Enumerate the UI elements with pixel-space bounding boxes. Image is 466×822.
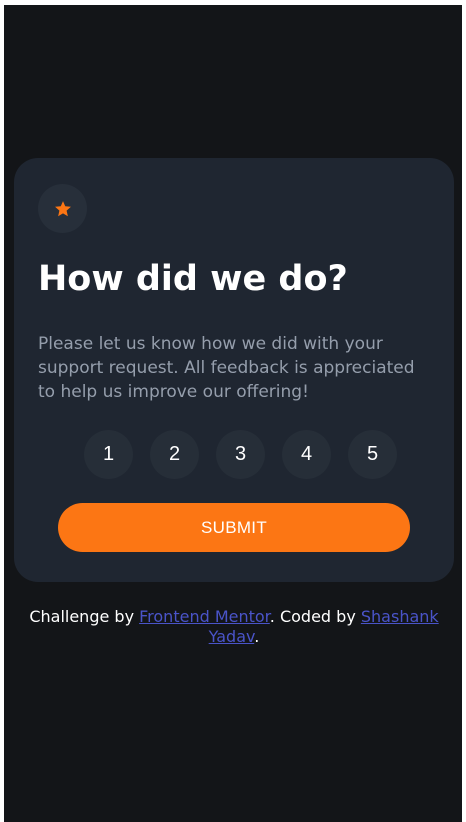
page-background: How did we do? Please let us know how we… — [4, 5, 462, 822]
attribution-suffix: . — [254, 627, 260, 646]
attribution: Challenge by Frontend Mentor. Coded by S… — [24, 607, 444, 647]
attribution-prefix: Challenge by — [29, 607, 140, 626]
rating-button-3[interactable]: 3 — [216, 430, 265, 479]
submit-button[interactable]: SUBMIT — [58, 503, 410, 552]
rating-button-4[interactable]: 4 — [282, 430, 331, 479]
rating-button-5[interactable]: 5 — [348, 430, 397, 479]
card-description: Please let us know how we did with your … — [38, 334, 415, 402]
frontend-mentor-link[interactable]: Frontend Mentor — [139, 607, 270, 626]
rating-button-1[interactable]: 1 — [84, 430, 133, 479]
attribution-middle: . Coded by — [269, 607, 361, 626]
card-title: How did we do? — [38, 259, 348, 299]
rating-card: How did we do? Please let us know how we… — [14, 158, 454, 582]
star-badge — [38, 184, 87, 233]
star-icon — [54, 200, 71, 216]
rating-options: 1 2 3 4 5 — [84, 430, 397, 479]
rating-button-2[interactable]: 2 — [150, 430, 199, 479]
